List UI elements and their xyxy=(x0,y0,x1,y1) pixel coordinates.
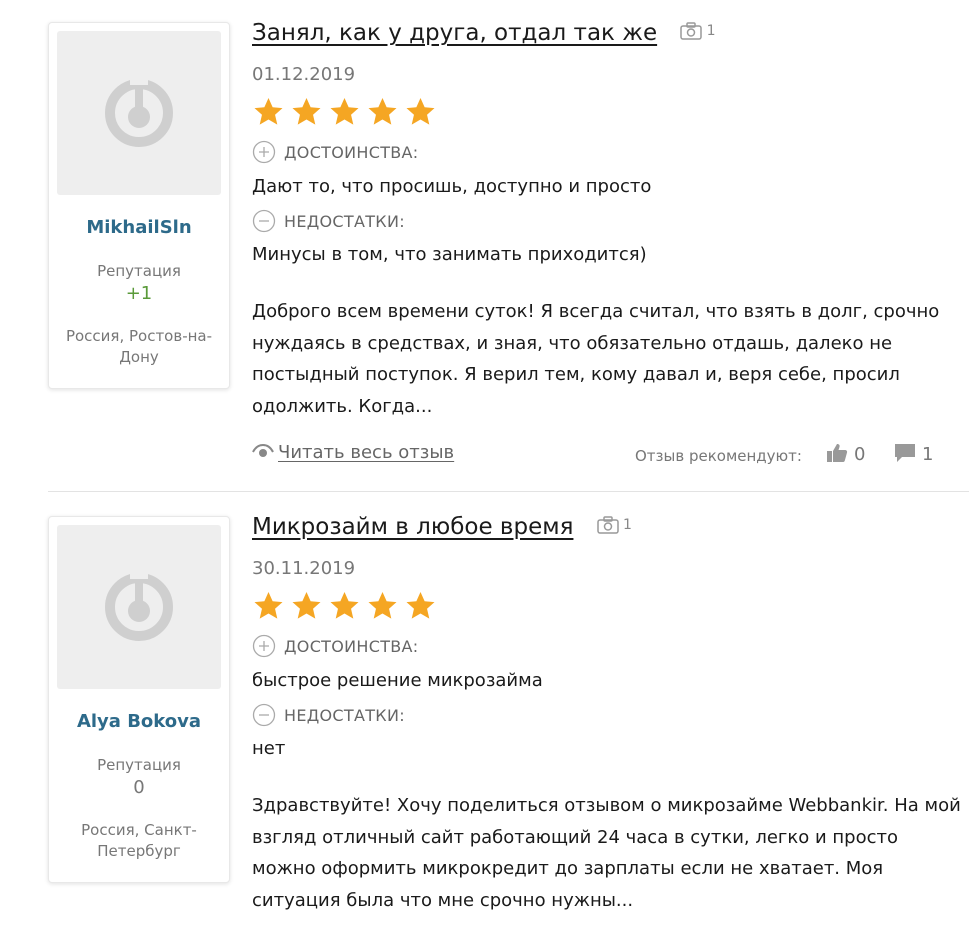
comments-button[interactable]: 1 xyxy=(894,444,933,465)
comments-count: 1 xyxy=(922,444,934,465)
minus-circle-icon xyxy=(252,209,276,233)
read-more-link[interactable]: Читать весь отзыв xyxy=(252,442,454,463)
author-location: Россия, Санкт-Петербург xyxy=(81,821,197,860)
review-date: 30.11.2019 xyxy=(252,558,356,579)
pros-text: быстрое решение микрозайма xyxy=(252,670,543,691)
star-icon xyxy=(330,592,359,619)
review-footer: Читать весь отзыв Отзыв рекомендуют: 0 1 xyxy=(252,442,969,472)
star-rating xyxy=(252,590,437,622)
star-icon xyxy=(330,98,359,125)
cons-label: НЕДОСТАТКИ: xyxy=(252,703,405,727)
eye-icon xyxy=(252,443,274,457)
pros-label: ДОСТОИНСТВА: xyxy=(252,140,419,164)
review-date: 01.12.2019 xyxy=(252,64,356,85)
pros-label-text: ДОСТОИНСТВА: xyxy=(284,637,419,656)
star-icon xyxy=(254,98,283,125)
photo-count-value: 1 xyxy=(706,23,716,39)
star-icon xyxy=(292,98,321,125)
author-name[interactable]: MikhailSln xyxy=(57,217,221,238)
author-card: MikhailSln Репутация +1 Россия, Ростов-н… xyxy=(48,22,230,389)
pros-label-text: ДОСТОИНСТВА: xyxy=(284,143,419,162)
cons-label-text: НЕДОСТАТКИ: xyxy=(284,212,405,231)
star-icon xyxy=(368,592,397,619)
avatar[interactable] xyxy=(57,31,221,195)
review-title[interactable]: Занял, как у друга, отдал так же xyxy=(252,20,657,46)
author-location: Россия, Ростов-на-Дону xyxy=(65,327,213,366)
star-icon xyxy=(292,592,321,619)
review-card: MikhailSln Репутация +1 Россия, Ростов-н… xyxy=(0,0,969,494)
reputation-value: +1 xyxy=(125,283,153,304)
pros-label: ДОСТОИНСТВА: xyxy=(252,634,419,658)
photo-count[interactable]: 1 xyxy=(596,516,632,534)
pros-text: Дают то, что просишь, доступно и просто xyxy=(252,176,652,197)
review-card: Alya Bokova Репутация 0 Россия, Санкт-Пе… xyxy=(0,494,969,930)
recommend-label: Отзыв рекомендуют: xyxy=(635,447,802,465)
avatar[interactable] xyxy=(57,525,221,689)
thumbs-up-icon xyxy=(827,444,848,462)
cons-label: НЕДОСТАТКИ: xyxy=(252,209,405,233)
star-rating xyxy=(252,96,437,128)
plus-circle-icon xyxy=(252,634,276,658)
plus-circle-icon xyxy=(252,140,276,164)
minus-circle-icon xyxy=(252,703,276,727)
reputation-value: 0 xyxy=(133,777,145,798)
reputation-label: Репутация xyxy=(97,756,181,774)
likes-count: 0 xyxy=(854,444,866,465)
star-icon xyxy=(406,592,435,619)
like-button[interactable]: 0 xyxy=(826,444,865,465)
star-icon xyxy=(406,98,435,125)
author-name[interactable]: Alya Bokova xyxy=(57,711,221,732)
title-row: Занял, как у друга, отдал так же 1 xyxy=(252,20,716,54)
star-icon xyxy=(368,98,397,125)
avatar-placeholder-icon xyxy=(105,571,173,641)
reputation-label: Репутация xyxy=(97,262,181,280)
review-body: Здравствуйте! Хочу поделиться отзывом о … xyxy=(252,795,961,911)
read-more-label: Читать весь отзыв xyxy=(278,442,455,463)
cons-text: Минусы в том, что занимать приходится) xyxy=(252,244,647,265)
review-divider xyxy=(48,491,969,492)
review-body: Доброго всем времени суток! Я всегда счи… xyxy=(252,301,940,417)
cons-label-text: НЕДОСТАТКИ: xyxy=(284,706,405,725)
camera-icon xyxy=(680,22,702,40)
title-row: Микрозайм в любое время 1 xyxy=(252,514,632,548)
photo-count-value: 1 xyxy=(622,517,632,533)
avatar-placeholder-icon xyxy=(105,77,173,147)
author-card: Alya Bokova Репутация 0 Россия, Санкт-Пе… xyxy=(48,516,230,883)
cons-text: нет xyxy=(252,738,286,759)
star-icon xyxy=(254,592,283,619)
review-title[interactable]: Микрозайм в любое время xyxy=(252,514,573,540)
photo-count[interactable]: 1 xyxy=(680,22,716,40)
camera-icon xyxy=(596,516,619,534)
comment-icon xyxy=(895,444,915,462)
